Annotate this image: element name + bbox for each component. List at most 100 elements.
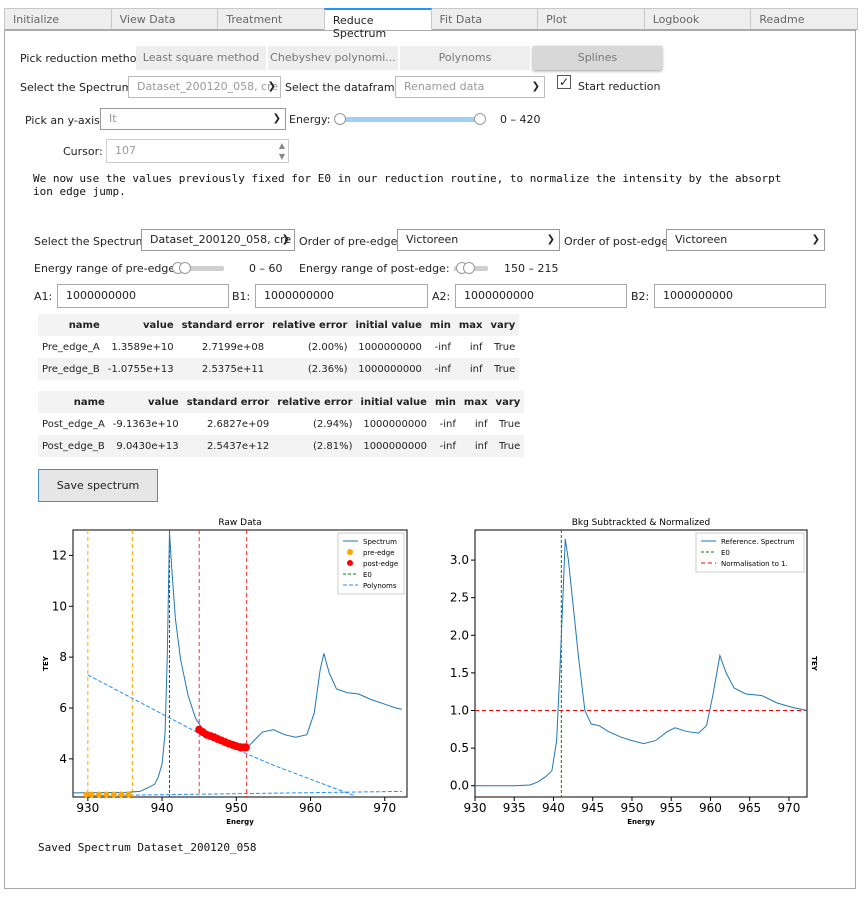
tab-treatment[interactable]: Treatment [217,8,325,30]
cell: -inf [425,358,455,380]
params-spectrum-select[interactable]: Dataset_200120_058, cre ❯ [141,229,295,251]
chart-title: Raw Data [218,518,261,528]
cell: Post_edge_A [38,413,109,435]
start-reduction-checkbox[interactable]: ✓ [557,75,571,89]
cell: inf [454,336,487,358]
a1-input[interactable]: 1000000000 [57,284,229,308]
y-axis-label: Pick an y-axis [25,114,100,127]
legend-entry: Polynoms [363,582,397,590]
pre-edge-order-select[interactable]: Victoreen ❯ [397,229,560,251]
cursor-input[interactable]: 107 ▲ ▼ [106,139,289,163]
col-min-header: min [430,391,460,413]
tab-initialize[interactable]: Initialize [4,8,112,30]
chevron-down-icon: ❯ [546,234,555,245]
x-tick-label: 930 [464,801,487,815]
cell: 1000000000 [351,358,426,380]
select-dataframe-label: Select the dataframe: [285,81,406,94]
post-edge-results-table: name value standard error relative error… [38,391,525,457]
table-row: Pre_edge_A 1.3589e+10 2.7199e+08 (2.00%) 100… [38,336,520,358]
save-spectrum-button[interactable]: Save spectrum [38,469,158,502]
col-value-header: value [108,391,183,413]
b1-label: B1: [232,290,251,303]
col-stderr-header: standard error [177,314,269,336]
method-splines-button[interactable]: Splines [533,46,662,70]
method-least-square-button[interactable]: Least square method [136,46,266,70]
pre-edge-point [110,791,117,798]
y-tick-label: 6 [59,701,67,715]
cell: (2.00%) [268,336,352,358]
b2-input[interactable]: 1000000000 [654,284,826,308]
chevron-down-icon: ❯ [272,113,281,124]
y-tick-label: 2.0 [450,628,469,642]
energy-slider-max-handle[interactable] [474,113,486,125]
cell: -1.0755e+13 [103,358,178,380]
cell: -9.1363e+10 [108,413,183,435]
cell: 1.3589e+10 [103,336,178,358]
params-spectrum-label: Select the Spectrum: [34,235,150,248]
cell: inf [459,435,492,457]
y-axis-label: TEY [42,655,50,671]
x-tick-label: 940 [542,801,565,815]
tab-plot[interactable]: Plot [537,8,645,30]
cell: inf [459,413,492,435]
y-tick-label: 0.5 [450,741,469,755]
cell: 1000000000 [351,336,426,358]
col-max-header: max [454,314,487,336]
cell: (2.81%) [273,435,357,457]
post-edge-order-select[interactable]: Victoreen ❯ [666,229,825,251]
pre-edge-point [118,791,125,798]
legend-entry: pre-edge [363,549,395,557]
method-polynoms-button[interactable]: Polynoms [400,46,530,70]
dataframe-select[interactable]: Renamed data ❯ [395,76,545,98]
y-axis-select[interactable]: It ❯ [100,108,286,130]
pre-edge-slider-max-handle[interactable] [179,262,191,274]
tab-view-data[interactable]: View Data [110,8,219,30]
chevron-down-icon: ❯ [811,234,820,245]
x-tick-label: 970 [777,801,800,815]
post-edge-slider-max-handle[interactable] [463,262,475,274]
a2-input[interactable]: 1000000000 [455,284,627,308]
cell: (2.94%) [273,413,357,435]
col-name-header: name [38,391,109,413]
post-edge-order-label: Order of post-edge: [564,235,672,248]
col-stderr-header: standard error [182,391,274,413]
table-row: Post_edge_A -9.1363e+10 2.6827e+09 (2.94%) 1… [38,413,525,435]
post-edge-point [241,743,250,752]
stepper-icon[interactable]: ▲ ▼ [279,140,285,162]
cell: inf [454,358,487,380]
tab-bar: Initialize View Data Treatment Reduce Sp… [4,8,858,40]
pre-edge-point [103,791,110,798]
cell: 2.5375e+11 [177,358,269,380]
tab-logbook[interactable]: Logbook [643,8,752,30]
pre-edge-range-label: Energy range of pre-edge: [34,262,179,275]
tab-readme[interactable]: Readme [750,8,858,30]
legend-entry: Reference. Spectrum [721,538,795,546]
y-tick-label: 10 [52,599,67,613]
x-tick-label: 960 [299,801,322,815]
col-value-header: value [103,314,178,336]
method-chebyshev-button[interactable]: Chebyshev polynomi... [268,46,398,70]
energy-slider-min-handle[interactable] [334,113,346,125]
start-reduction-label: Start reduction [578,80,661,93]
pre-edge-point [88,791,95,798]
x-tick-label: 945 [581,801,604,815]
post-edge-range-readout: 150 – 215 [504,262,559,275]
saved-message: Saved Spectrum Dataset_200120_058 [38,841,257,854]
chevron-down-icon: ❯ [267,81,276,92]
chevron-down-icon: ❯ [531,81,540,92]
x-tick-label: 930 [76,801,99,815]
x-tick-label: 955 [660,801,683,815]
cell: True [491,413,525,435]
b2-label: B2: [631,290,650,303]
tab-reduce-spectrum[interactable]: Reduce Spectrum [323,8,432,40]
spectrum-select[interactable]: Dataset_200120_058, cre ❯ [128,76,281,98]
b1-input[interactable]: 1000000000 [255,284,428,308]
energy-slider-range [340,117,480,122]
cell: Pre_edge_B [38,358,104,380]
tab-fit-data[interactable]: Fit Data [430,8,539,30]
x-tick-label: 950 [621,801,644,815]
cell: -inf [430,413,460,435]
cell: 9.0430e+13 [108,435,183,457]
y-tick-label: 3.0 [450,553,469,567]
legend-entry: E0 [363,571,372,579]
